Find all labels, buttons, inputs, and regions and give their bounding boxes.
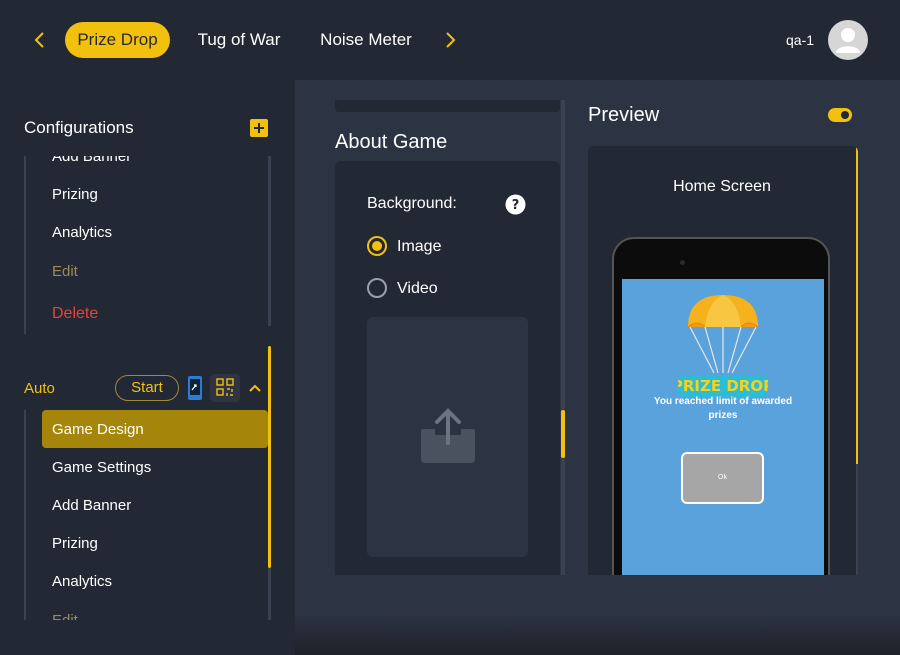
main-content: About Game Background: ? Image Video Pre… [295,80,900,655]
plus-icon [254,123,264,133]
chevron-left-icon[interactable] [28,28,52,52]
upload-icon [419,407,477,467]
sidebar-item-edit[interactable]: Edit [52,612,78,620]
help-icon[interactable]: ? [505,194,526,215]
sidebar-title: Configurations [24,118,134,137]
phone-mockup: PRIZE DROP You reached limit of awarded … [612,237,830,575]
screen-label: Home Screen [673,178,771,195]
svg-text:?: ? [512,198,520,213]
top-bar: Prize Drop Tug of War Noise Meter qa-1 [0,0,900,80]
about-game-card: Background: ? Image Video [335,161,560,575]
avatar[interactable] [828,20,868,60]
prize-drop-logo: PRIZE DROP [672,289,774,399]
start-button[interactable]: Start [115,375,179,401]
preview-toggle[interactable] [828,108,852,122]
column-scrollbar[interactable] [561,100,565,575]
footer-shadow [295,615,900,655]
chevron-up-icon[interactable] [246,379,264,397]
qr-code-icon[interactable] [210,374,240,402]
panel-edge [335,100,560,112]
phone-screen: PRIZE DROP You reached limit of awarded … [622,279,824,575]
radio-video-label[interactable]: Video [397,280,438,298]
chevron-right-icon[interactable] [438,28,462,52]
tab-noise-meter[interactable]: Noise Meter [310,22,422,58]
limit-message: You reached limit of awarded prizes [653,396,793,421]
add-configuration-button[interactable] [250,119,268,137]
tab-prize-drop[interactable]: Prize Drop [65,22,170,58]
preview-card: Home Screen PRIZE DROP You reached limit… [588,146,858,575]
sidebar-item-analytics[interactable]: Analytics [52,573,112,590]
preview-scroll-thumb[interactable] [856,146,858,464]
user-icon [836,28,860,53]
user-name: qa-1 [786,32,815,48]
sidebar-item-analytics[interactable]: Analytics [52,224,112,241]
configuration-list-1: Add Banner Prizing Analytics Edit Delete [24,156,270,334]
sidebar-scrollbar[interactable] [268,156,271,326]
sidebar-item-prizing[interactable]: Prizing [52,535,98,552]
upload-dropzone[interactable] [367,317,528,557]
sidebar-item-delete[interactable]: Delete [52,305,98,323]
config-name[interactable]: Auto [24,380,55,397]
logo-text: PRIZE DROP [678,377,768,395]
radio-image-label[interactable]: Image [397,238,441,256]
preview-title: Preview [588,104,660,126]
tab-tug-of-war[interactable]: Tug of War [190,22,288,58]
sidebar-item-add-banner[interactable]: Add Banner [52,156,131,165]
sidebar-item-edit[interactable]: Edit [52,263,78,280]
background-label: Background: [367,195,457,212]
sidebar-item-game-settings[interactable]: Game Settings [52,459,151,476]
sidebar-item-prizing[interactable]: Prizing [52,186,98,203]
section-title: About Game [335,131,448,153]
sidebar-item-add-banner[interactable]: Add Banner [52,497,131,514]
radio-video[interactable] [367,278,387,298]
configuration-list-2: Game Design Game Settings Add Banner Pri… [24,410,270,620]
sidebar-item-label: Game Design [52,421,144,438]
column-scroll-thumb[interactable] [561,410,565,458]
phone-icon[interactable] [186,375,204,401]
camera-dot [680,260,685,265]
radio-image[interactable] [367,236,387,256]
sidebar-scrollbar-lower[interactable] [268,568,271,620]
ok-button[interactable]: Ok [681,452,764,504]
sidebar: Configurations Add Banner Prizing Analyt… [0,80,295,655]
